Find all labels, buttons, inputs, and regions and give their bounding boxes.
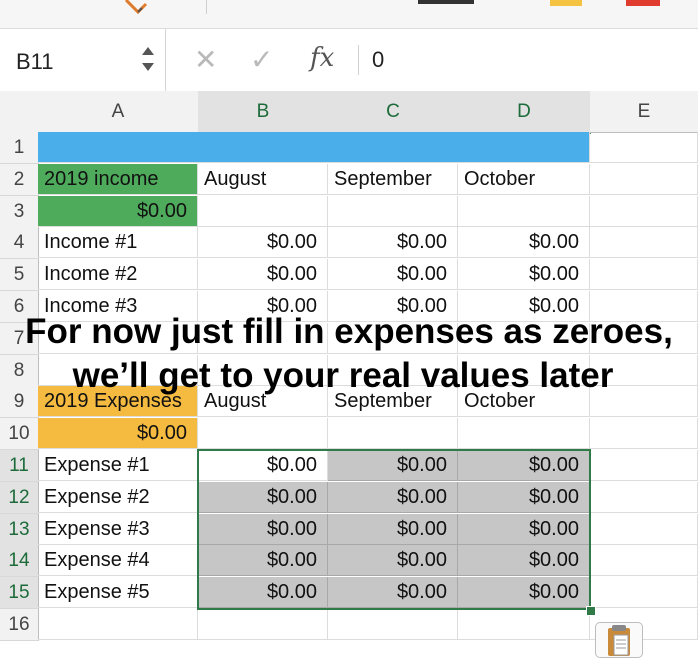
grid-cell[interactable]: [328, 418, 458, 450]
overlay-instruction-line2: we’ll get to your real values later: [72, 356, 614, 395]
grid-cell[interactable]: [590, 132, 698, 163]
expense-value-cell[interactable]: $0.00: [458, 513, 590, 545]
paste-options-button[interactable]: [595, 622, 643, 658]
select-all-corner[interactable]: [0, 91, 39, 133]
row-header-15[interactable]: 15: [0, 577, 39, 610]
expenses-total-cell[interactable]: $0.00: [38, 418, 198, 450]
grid-cell[interactable]: [590, 259, 698, 291]
income-month-header[interactable]: October: [458, 163, 590, 195]
income-label-cell[interactable]: Income #2: [38, 259, 198, 291]
expense-value-cell[interactable]: $0.00: [458, 450, 590, 481]
row-header-3[interactable]: 3: [0, 195, 39, 228]
grid-cell[interactable]: [590, 513, 698, 545]
column-header-d[interactable]: D: [458, 91, 591, 134]
income-value-cell[interactable]: $0.00: [328, 227, 458, 259]
income-month-header[interactable]: September: [328, 163, 458, 195]
row-header-13[interactable]: 13: [0, 513, 39, 546]
clipboard-icon: [608, 625, 630, 656]
row-header-14[interactable]: 14: [0, 545, 39, 578]
expense-value-cell[interactable]: $0.00: [458, 481, 590, 513]
expense-value-cell[interactable]: $0.00: [198, 577, 328, 609]
font-color-swatch[interactable]: [418, 0, 474, 4]
income-value-cell[interactable]: $0.00: [198, 259, 328, 291]
grid-cell[interactable]: [590, 545, 698, 577]
grid-cell[interactable]: [590, 418, 698, 450]
expense-value-cell[interactable]: $0.00: [198, 513, 328, 545]
row-header-4[interactable]: 4: [0, 227, 39, 260]
active-cell[interactable]: $0.00: [198, 450, 328, 481]
column-header-a[interactable]: A: [38, 91, 199, 133]
income-month-header[interactable]: August: [198, 163, 328, 195]
income-value-cell[interactable]: $0.00: [198, 227, 328, 259]
grid-cell[interactable]: [198, 418, 328, 450]
fill-color-swatch[interactable]: [550, 0, 582, 6]
name-box[interactable]: B11: [0, 29, 166, 91]
column-header-b[interactable]: B: [198, 91, 329, 134]
grid-cell[interactable]: [590, 450, 698, 481]
income-value-cell[interactable]: $0.00: [458, 227, 590, 259]
grid-cell[interactable]: [590, 195, 698, 227]
fill-handle[interactable]: [586, 606, 596, 616]
grid-cell[interactable]: [590, 577, 698, 609]
expense-value-cell[interactable]: $0.00: [458, 545, 590, 577]
check-icon[interactable]: ✓: [250, 43, 273, 76]
expense-value-cell[interactable]: $0.00: [328, 513, 458, 545]
grid-cell[interactable]: [458, 418, 590, 450]
grid-cell[interactable]: [328, 609, 458, 640]
grid-cell[interactable]: [198, 609, 328, 640]
expense-value-cell[interactable]: $0.00: [328, 481, 458, 513]
row-header-10[interactable]: 10: [0, 418, 39, 451]
expense-value-cell[interactable]: $0.00: [328, 545, 458, 577]
header-band: [38, 132, 590, 163]
grid-cell[interactable]: [590, 227, 698, 259]
close-icon[interactable]: ✕: [194, 43, 217, 76]
row-header-2[interactable]: 2: [0, 163, 39, 196]
row-header-1[interactable]: 1: [0, 132, 39, 164]
row-header-12[interactable]: 12: [0, 481, 39, 514]
grid-cell[interactable]: [328, 195, 458, 227]
income-value-cell[interactable]: $0.00: [458, 259, 590, 291]
cell-reference[interactable]: B11: [16, 49, 54, 75]
grid-cell[interactable]: [590, 481, 698, 513]
expense-value-cell[interactable]: $0.00: [198, 545, 328, 577]
formula-bar: B11 ✕ ✓ fx 0: [0, 28, 698, 92]
row-header-16[interactable]: 16: [0, 609, 39, 641]
grid-cell[interactable]: [458, 609, 590, 640]
income-label-cell[interactable]: Income #1: [38, 227, 198, 259]
function-icon[interactable]: fx: [310, 43, 334, 73]
grid-cell[interactable]: [458, 195, 590, 227]
overlay-instruction-line1: For now just fill in expenses as zeroes,: [25, 312, 673, 351]
expense-label-cell[interactable]: Expense #1: [38, 450, 198, 481]
expense-value-cell[interactable]: $0.00: [328, 577, 458, 609]
expense-label-cell[interactable]: Expense #5: [38, 577, 198, 609]
column-header-e[interactable]: E: [590, 91, 698, 133]
expense-label-cell[interactable]: Expense #2: [38, 481, 198, 513]
income-total-cell[interactable]: $0.00: [38, 195, 198, 227]
expense-value-cell[interactable]: $0.00: [458, 577, 590, 609]
ribbon-toolbar: [0, 0, 698, 28]
income-title-cell[interactable]: 2019 income: [38, 163, 198, 195]
row-header-5[interactable]: 5: [0, 259, 39, 292]
eraser-icon[interactable]: [118, 0, 154, 16]
column-header-c[interactable]: C: [328, 91, 459, 134]
row-header-11[interactable]: 11: [0, 450, 39, 482]
grid-cell[interactable]: [198, 195, 328, 227]
expense-label-cell[interactable]: Expense #4: [38, 545, 198, 577]
income-value-cell[interactable]: $0.00: [328, 259, 458, 291]
grid-cell[interactable]: [38, 609, 198, 640]
formula-input[interactable]: 0: [372, 47, 384, 73]
expense-value-cell[interactable]: $0.00: [328, 450, 458, 481]
expense-label-cell[interactable]: Expense #3: [38, 513, 198, 545]
border-color-swatch[interactable]: [626, 0, 660, 6]
name-box-stepper-icon[interactable]: [140, 39, 156, 79]
grid-cell[interactable]: [590, 163, 698, 195]
expense-value-cell[interactable]: $0.00: [198, 481, 328, 513]
